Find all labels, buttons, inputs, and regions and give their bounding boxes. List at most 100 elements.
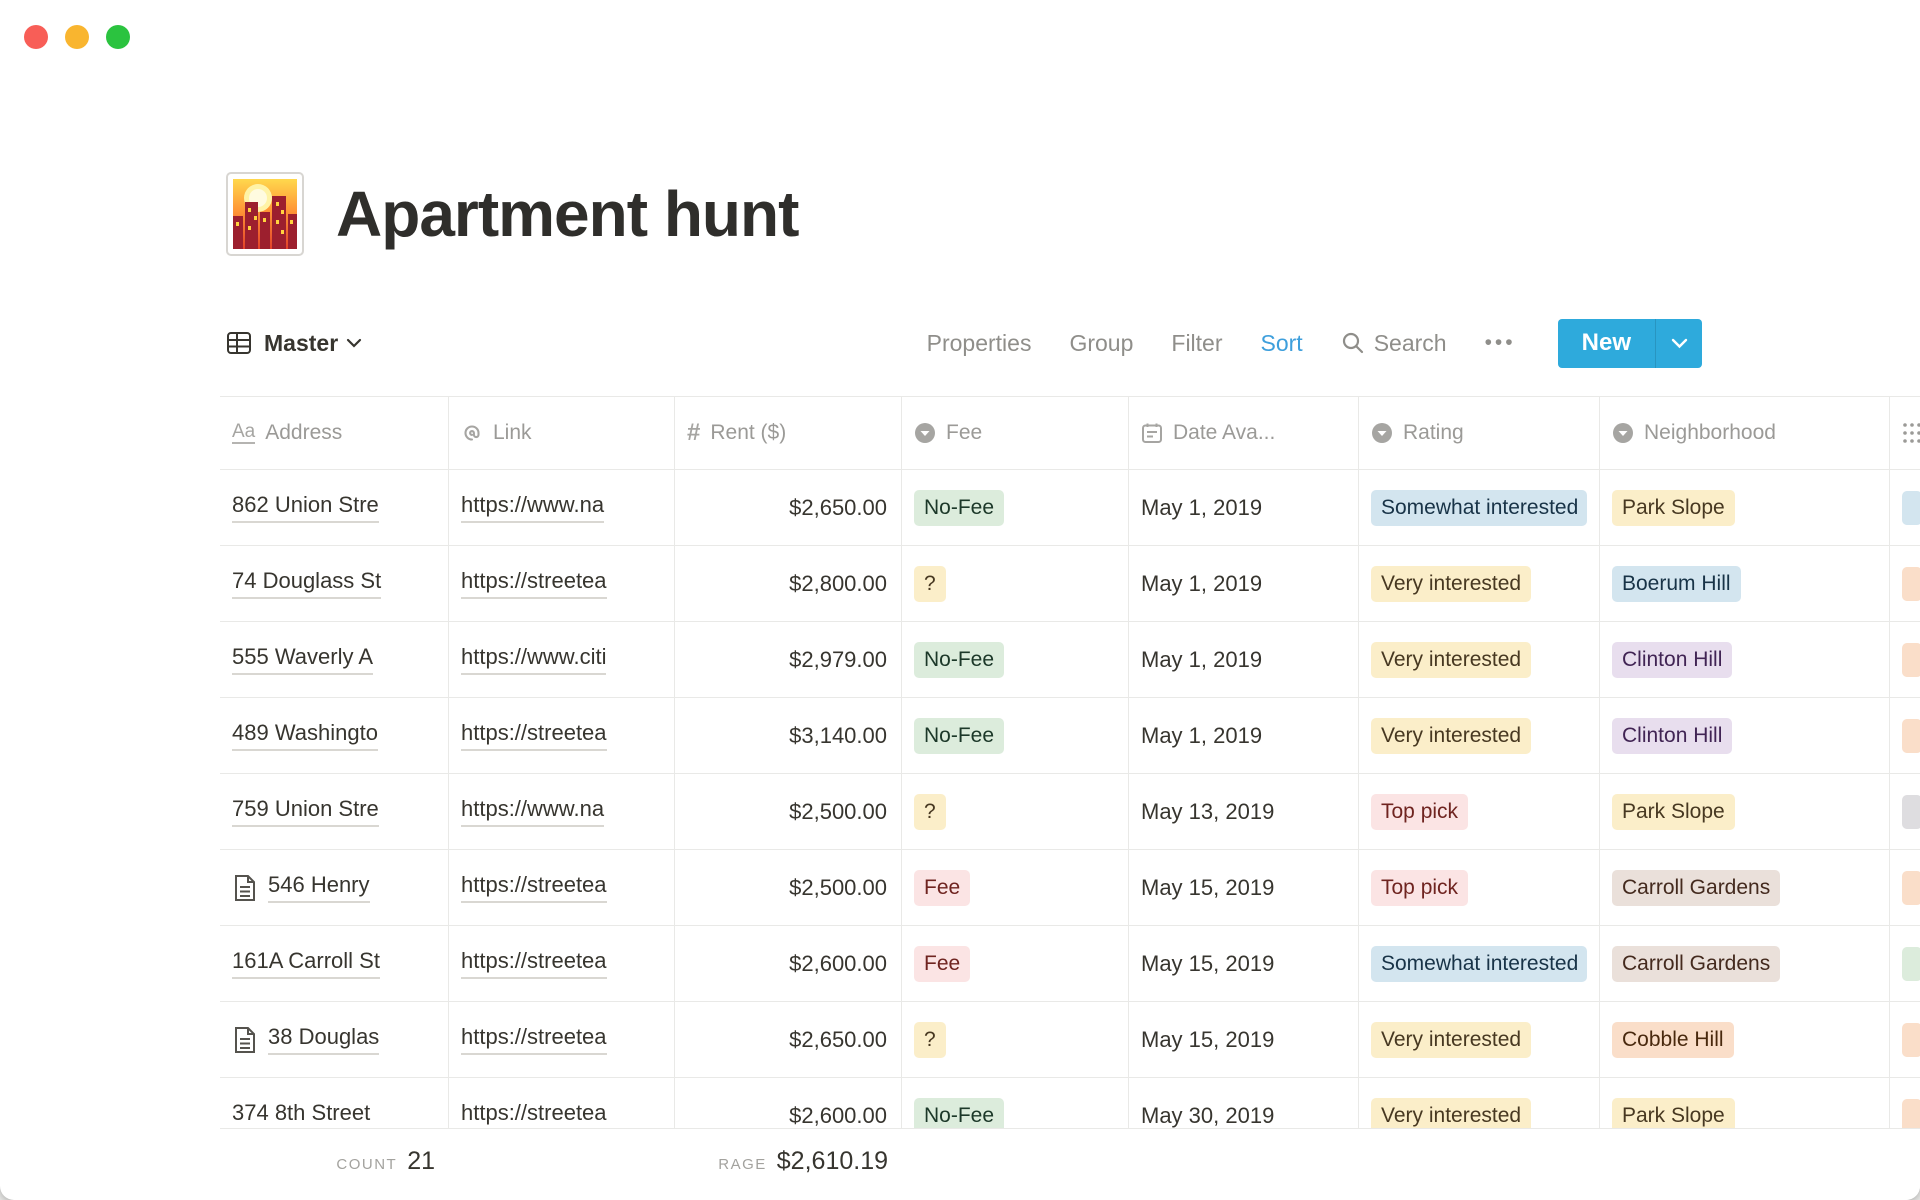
cell-fee[interactable]: No-Fee	[902, 470, 1129, 545]
cell-clipped[interactable]	[1890, 926, 1920, 1001]
cell-neighborhood[interactable]: Boerum Hill	[1600, 546, 1890, 621]
cell-date[interactable]: May 1, 2019	[1129, 470, 1359, 545]
minimize-button[interactable]	[65, 25, 89, 49]
cell-rating[interactable]: Somewhat interested	[1359, 926, 1600, 1001]
search-button[interactable]: Search	[1341, 330, 1447, 357]
cell-fee[interactable]: Fee	[902, 926, 1129, 1001]
cell-rent[interactable]: $3,140.00	[675, 698, 902, 773]
cell-neighborhood[interactable]: Clinton Hill	[1600, 698, 1890, 773]
cell-address[interactable]: 759 Union Stre	[220, 774, 449, 849]
cell-rating[interactable]: Top pick	[1359, 774, 1600, 849]
cell-date[interactable]: May 15, 2019	[1129, 850, 1359, 925]
cell-neighborhood[interactable]: Cobble Hill	[1600, 1002, 1890, 1077]
clipped-tag	[1902, 491, 1920, 525]
close-button[interactable]	[24, 25, 48, 49]
cell-rent[interactable]: $2,650.00	[675, 1002, 902, 1077]
cell-rent[interactable]: $2,979.00	[675, 622, 902, 697]
cell-neighborhood[interactable]: Carroll Gardens	[1600, 850, 1890, 925]
cell-clipped[interactable]	[1890, 546, 1920, 621]
cell-neighborhood[interactable]: Park Slope	[1600, 1078, 1890, 1128]
cell-rent[interactable]: $2,500.00	[675, 850, 902, 925]
cell-date[interactable]: May 30, 2019	[1129, 1078, 1359, 1128]
cell-clipped[interactable]	[1890, 698, 1920, 773]
cell-neighborhood[interactable]: Park Slope	[1600, 774, 1890, 849]
cell-rating[interactable]: Very interested	[1359, 1078, 1600, 1128]
cell-address[interactable]: 489 Washingto	[220, 698, 449, 773]
new-dropdown-button[interactable]	[1656, 319, 1702, 368]
cell-date[interactable]: May 1, 2019	[1129, 698, 1359, 773]
sort-button[interactable]: Sort	[1261, 330, 1303, 357]
cell-clipped[interactable]	[1890, 470, 1920, 545]
filter-button[interactable]: Filter	[1171, 330, 1222, 357]
cell-address[interactable]: 38 Douglas	[220, 1002, 449, 1077]
cell-fee[interactable]: ?	[902, 1002, 1129, 1077]
cell-clipped[interactable]	[1890, 1002, 1920, 1077]
cell-fee[interactable]: ?	[902, 546, 1129, 621]
cell-clipped[interactable]	[1890, 1078, 1920, 1128]
cell-address[interactable]: 555 Waverly A	[220, 622, 449, 697]
new-button[interactable]: New	[1558, 319, 1702, 368]
cell-rent[interactable]: $2,800.00	[675, 546, 902, 621]
cell-fee[interactable]: ?	[902, 774, 1129, 849]
cell-link[interactable]: https://streetea	[449, 546, 675, 621]
column-header-address[interactable]: Aa Address	[220, 397, 449, 469]
more-options-button[interactable]: •••	[1485, 331, 1516, 355]
cell-fee[interactable]: No-Fee	[902, 1078, 1129, 1128]
cell-link[interactable]: https://www.na	[449, 774, 675, 849]
cell-rating[interactable]: Very interested	[1359, 1002, 1600, 1077]
cell-neighborhood[interactable]: Clinton Hill	[1600, 622, 1890, 697]
cell-date[interactable]: May 1, 2019	[1129, 622, 1359, 697]
cell-address[interactable]: 862 Union Stre	[220, 470, 449, 545]
cell-date[interactable]: May 1, 2019	[1129, 546, 1359, 621]
cell-rating[interactable]: Very interested	[1359, 546, 1600, 621]
cell-fee[interactable]: No-Fee	[902, 698, 1129, 773]
cell-rent[interactable]: $2,650.00	[675, 470, 902, 545]
table-row: 38 Douglas https://streetea $2,650.00 ? …	[220, 1002, 1920, 1078]
column-header-clipped[interactable]	[1890, 397, 1920, 469]
cell-address[interactable]: 374 8th Street	[220, 1078, 449, 1128]
view-switcher[interactable]: Master	[226, 330, 362, 357]
cell-neighborhood[interactable]: Park Slope	[1600, 470, 1890, 545]
new-button-label[interactable]: New	[1558, 319, 1655, 368]
cell-link[interactable]: https://www.na	[449, 470, 675, 545]
cell-neighborhood[interactable]: Carroll Gardens	[1600, 926, 1890, 1001]
count-calculation[interactable]: COUNT 21	[220, 1129, 449, 1200]
cell-date[interactable]: May 15, 2019	[1129, 926, 1359, 1001]
cell-rent[interactable]: $2,600.00	[675, 1078, 902, 1128]
cell-address[interactable]: 546 Henry	[220, 850, 449, 925]
cell-address[interactable]: 74 Douglass St	[220, 546, 449, 621]
cell-rating[interactable]: Somewhat interested	[1359, 470, 1600, 545]
cell-clipped[interactable]	[1890, 850, 1920, 925]
column-header-rent[interactable]: # Rent ($)	[675, 397, 902, 469]
cell-fee[interactable]: No-Fee	[902, 622, 1129, 697]
column-header-rating[interactable]: Rating	[1359, 397, 1600, 469]
cell-clipped[interactable]	[1890, 774, 1920, 849]
cell-rent[interactable]: $2,500.00	[675, 774, 902, 849]
cell-link[interactable]: https://streetea	[449, 1078, 675, 1128]
cell-link[interactable]: https://www.citi	[449, 622, 675, 697]
cell-address[interactable]: 161A Carroll St	[220, 926, 449, 1001]
column-header-link[interactable]: Link	[449, 397, 675, 469]
cell-fee[interactable]: Fee	[902, 850, 1129, 925]
page-emoji-sunset-city-icon[interactable]	[226, 172, 304, 256]
neighborhood-tag: Clinton Hill	[1612, 718, 1732, 754]
cell-link[interactable]: https://streetea	[449, 926, 675, 1001]
column-header-fee[interactable]: Fee	[902, 397, 1129, 469]
cell-date[interactable]: May 13, 2019	[1129, 774, 1359, 849]
cell-rent[interactable]: $2,600.00	[675, 926, 902, 1001]
column-header-date[interactable]: Date Ava...	[1129, 397, 1359, 469]
cell-clipped[interactable]	[1890, 622, 1920, 697]
cell-link[interactable]: https://streetea	[449, 1002, 675, 1077]
cell-rating[interactable]: Very interested	[1359, 698, 1600, 773]
group-button[interactable]: Group	[1069, 330, 1133, 357]
cell-link[interactable]: https://streetea	[449, 698, 675, 773]
cell-rating[interactable]: Very interested	[1359, 622, 1600, 697]
zoom-button[interactable]	[106, 25, 130, 49]
page-header: Apartment hunt Master Properti	[0, 0, 1920, 368]
properties-button[interactable]: Properties	[927, 330, 1032, 357]
cell-rating[interactable]: Top pick	[1359, 850, 1600, 925]
cell-link[interactable]: https://streetea	[449, 850, 675, 925]
average-calculation[interactable]: RAGE $2,610.19	[675, 1129, 902, 1200]
column-header-neighborhood[interactable]: Neighborhood	[1600, 397, 1890, 469]
cell-date[interactable]: May 15, 2019	[1129, 1002, 1359, 1077]
